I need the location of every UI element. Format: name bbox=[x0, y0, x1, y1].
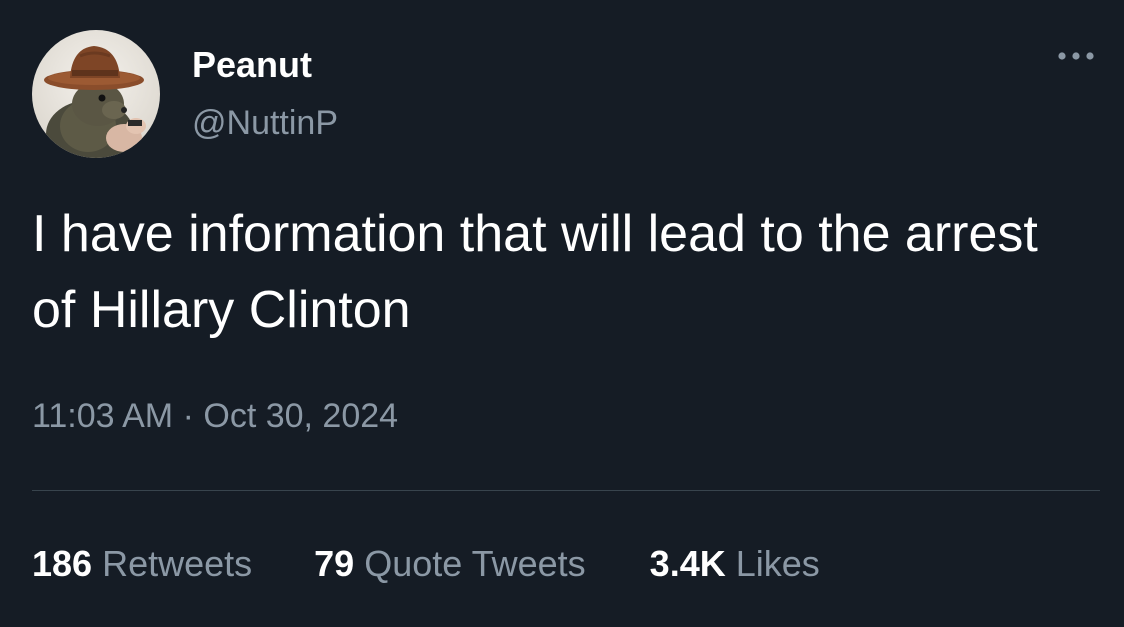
squirrel-avatar-icon bbox=[32, 30, 160, 158]
tweet-text: I have information that will lead to the… bbox=[32, 205, 1038, 339]
quote-tweets-stat[interactable]: 79 Quote Tweets bbox=[314, 543, 586, 585]
avatar[interactable] bbox=[32, 30, 160, 158]
likes-count: 3.4K bbox=[649, 543, 726, 584]
likes-stat[interactable]: 3.4K Likes bbox=[650, 543, 820, 585]
display-name[interactable]: Peanut bbox=[192, 44, 312, 86]
divider bbox=[32, 490, 1100, 491]
tweet-timestamp: 11:03 AM · Oct 30, 2024 bbox=[32, 397, 398, 436]
retweets-label: Retweets bbox=[102, 543, 253, 584]
likes-label: Likes bbox=[735, 543, 820, 584]
engagement-stats: 186 Retweets 79 Quote Tweets 3.4K Likes bbox=[32, 543, 820, 585]
tweet-card: Peanut @NuttinP I have information that … bbox=[0, 0, 1124, 627]
user-handle[interactable]: @NuttinP bbox=[192, 104, 338, 143]
more-options-icon[interactable] bbox=[1052, 46, 1100, 66]
timestamp-separator: · bbox=[182, 397, 194, 435]
retweets-count: 186 bbox=[32, 543, 93, 584]
quote-tweets-label: Quote Tweets bbox=[364, 543, 586, 584]
tweet-date[interactable]: Oct 30, 2024 bbox=[203, 397, 398, 435]
retweets-stat[interactable]: 186 Retweets bbox=[32, 543, 252, 585]
tweet-time[interactable]: 11:03 AM bbox=[32, 397, 173, 435]
quote-tweets-count: 79 bbox=[314, 543, 355, 584]
